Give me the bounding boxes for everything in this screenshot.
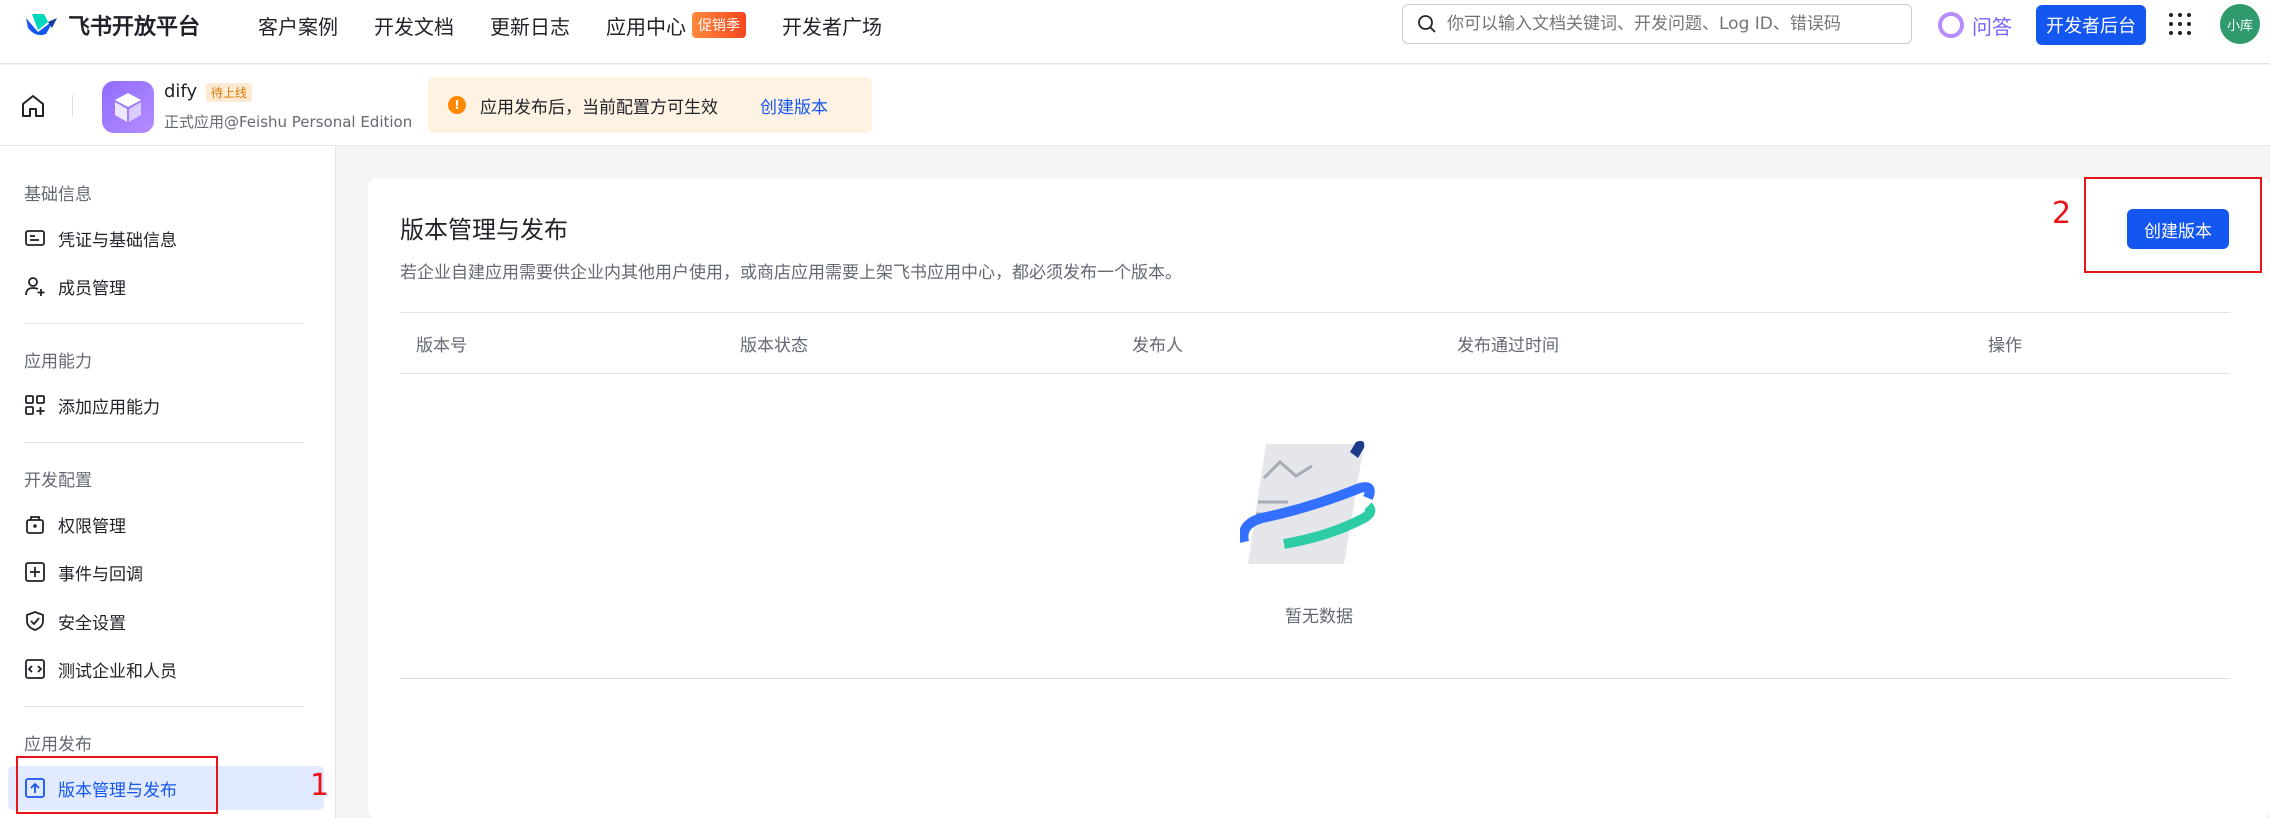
column-header: 版本状态 bbox=[740, 336, 808, 356]
version-management-card: 版本管理与发布 若企业自建应用需要供企业内其他用户使用，或商店应用需要上架飞书应… bbox=[368, 178, 2270, 818]
group-title: 应用发布 bbox=[24, 735, 92, 755]
group-title: 应用能力 bbox=[24, 352, 92, 372]
column-header: 发布通过时间 bbox=[1457, 336, 1559, 356]
sidebar-item-test-tenants[interactable]: 测试企业和人员 bbox=[8, 647, 324, 691]
nav-label: 更新日志 bbox=[490, 14, 570, 39]
app-name: dify bbox=[164, 81, 198, 102]
nav-changelog[interactable]: 更新日志 bbox=[490, 11, 570, 40]
nav-label: 客户案例 bbox=[258, 14, 338, 39]
table-header: 版本号 版本状态 发布人 发布通过时间 操作 bbox=[400, 312, 2230, 374]
brand-name: 飞书开放平台 bbox=[68, 15, 201, 40]
search-icon bbox=[1418, 15, 1436, 33]
annotation-box-2 bbox=[2084, 177, 2262, 273]
warning-icon: ! bbox=[448, 96, 466, 114]
sidebar-item-label: 凭证与基础信息 bbox=[58, 230, 177, 251]
sidebar-item-add-capability[interactable]: 添加应用能力 bbox=[8, 383, 324, 427]
column-header: 操作 bbox=[1988, 336, 2022, 356]
divider bbox=[24, 706, 304, 707]
divider bbox=[400, 678, 2230, 679]
nav-dev-docs[interactable]: 开发文档 bbox=[374, 11, 454, 40]
app-header-bar: dify 待上线 正式应用@Feishu Personal Edition ! … bbox=[0, 65, 2270, 146]
user-add-icon bbox=[25, 277, 45, 296]
sidebar-item-label: 测试企业和人员 bbox=[58, 661, 177, 682]
annotation-number-1: 1 bbox=[310, 768, 330, 803]
brand[interactable]: 飞书开放平台 bbox=[24, 10, 200, 40]
sidebar-item-security[interactable]: 安全设置 bbox=[8, 599, 324, 643]
nav-app-center[interactable]: 应用中心 促销季 bbox=[606, 11, 746, 40]
divider bbox=[24, 442, 304, 443]
annotation-box-1 bbox=[16, 756, 218, 814]
sidebar-item-label: 成员管理 bbox=[58, 278, 126, 299]
sidebar-item-label: 权限管理 bbox=[58, 516, 126, 537]
sidebar-item-events[interactable]: 事件与回调 bbox=[8, 550, 324, 594]
group-title: 基础信息 bbox=[24, 185, 92, 205]
shield-icon bbox=[26, 611, 44, 631]
ai-ring-icon bbox=[1938, 12, 1964, 38]
empty-state-text: 暂无数据 bbox=[1285, 607, 1353, 627]
top-nav: 客户案例 开发文档 更新日志 应用中心 促销季 开发者广场 bbox=[258, 10, 918, 40]
top-navigation-bar: 飞书开放平台 客户案例 开发文档 更新日志 应用中心促销季 开发者广场 问答 开… bbox=[0, 0, 2270, 64]
app-cube-icon bbox=[102, 81, 154, 133]
status-badge: 待上线 bbox=[206, 83, 253, 102]
code-icon bbox=[25, 659, 45, 679]
column-header: 发布人 bbox=[1132, 336, 1183, 356]
publish-notice: ! 应用发布后，当前配置方可生效 创建版本 bbox=[428, 77, 872, 133]
sidebar: 基础信息 凭证与基础信息 成员管理 应用能力 添加应用能力 开发配置 权限管理 … bbox=[0, 146, 336, 818]
sidebar-item-label: 添加应用能力 bbox=[58, 397, 160, 418]
page-description: 若企业自建应用需要供企业内其他用户使用，或商店应用需要上架飞书应用中心，都必须发… bbox=[400, 263, 1182, 283]
apps-grid-icon[interactable] bbox=[2168, 12, 2192, 36]
nav-label: 应用中心 bbox=[606, 14, 686, 39]
id-card-icon bbox=[25, 230, 45, 246]
ask-label: 问答 bbox=[1972, 14, 2012, 39]
group-title: 开发配置 bbox=[24, 471, 92, 491]
divider bbox=[72, 95, 73, 117]
sidebar-item-permissions[interactable]: 权限管理 bbox=[8, 502, 324, 546]
event-icon bbox=[25, 562, 45, 582]
sidebar-item-credentials[interactable]: 凭证与基础信息 bbox=[8, 216, 324, 260]
notice-text: 应用发布后，当前配置方可生效 bbox=[480, 97, 718, 118]
divider bbox=[24, 323, 304, 324]
annotation-number-2: 2 bbox=[2052, 196, 2072, 231]
nav-customer-cases[interactable]: 客户案例 bbox=[258, 11, 338, 40]
apps-add-icon bbox=[25, 395, 45, 415]
avatar[interactable]: 小库 bbox=[2220, 4, 2260, 44]
app-subtitle: 正式应用@Feishu Personal Edition bbox=[164, 113, 413, 131]
lock-bag-icon bbox=[26, 516, 44, 534]
developer-console-button[interactable]: 开发者后台 bbox=[2036, 5, 2146, 45]
nav-label: 开发文档 bbox=[374, 14, 454, 39]
feishu-logo-icon bbox=[26, 14, 57, 36]
empty-state-illustration bbox=[1240, 440, 1376, 564]
sidebar-item-label: 事件与回调 bbox=[58, 564, 143, 585]
column-header: 版本号 bbox=[416, 336, 467, 356]
nav-dev-square[interactable]: 开发者广场 bbox=[782, 11, 882, 40]
promo-badge: 促销季 bbox=[692, 12, 746, 38]
home-icon[interactable] bbox=[20, 93, 46, 119]
sidebar-item-label: 安全设置 bbox=[58, 613, 126, 634]
create-version-link[interactable]: 创建版本 bbox=[760, 93, 828, 118]
search-box[interactable] bbox=[1402, 4, 1912, 44]
nav-label: 开发者广场 bbox=[782, 14, 882, 39]
search-input[interactable] bbox=[1447, 14, 1887, 34]
page-title: 版本管理与发布 bbox=[400, 216, 568, 244]
ask-button[interactable]: 问答 bbox=[1938, 10, 2012, 40]
sidebar-item-members[interactable]: 成员管理 bbox=[8, 264, 324, 308]
